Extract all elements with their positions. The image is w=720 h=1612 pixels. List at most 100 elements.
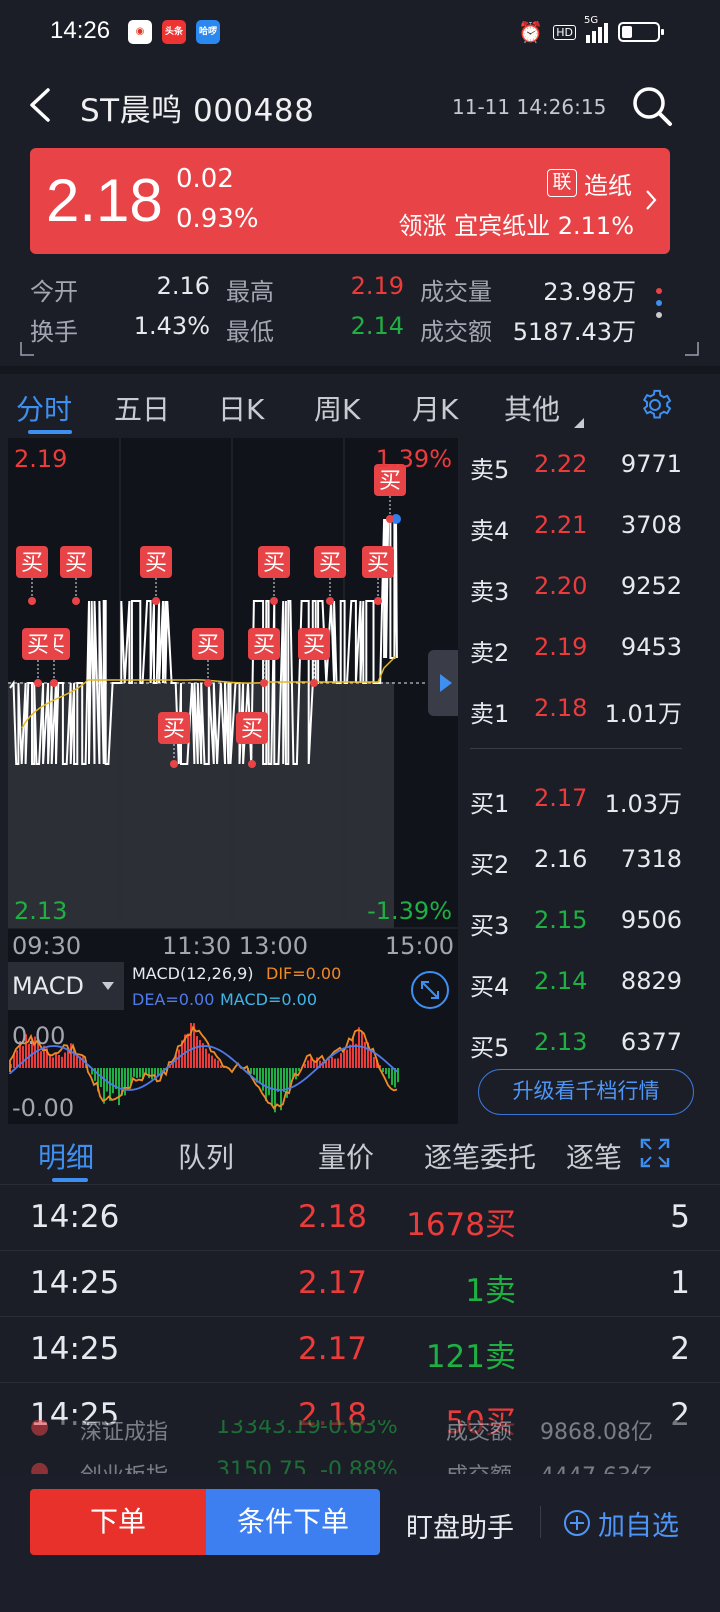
status-bar: 14:26 ◉ 头条 哈啰 ⏰ HD 5G: [0, 0, 720, 66]
ticker-pct: -0.63%: [320, 1420, 398, 1439]
y-min-label: 2.13: [14, 897, 67, 925]
intraday-chart[interactable]: 买买买买买买买买买买买买买买 2.19 1.39% 2.13 -1.39% 09…: [8, 438, 458, 962]
pct-min-label: -1.39%: [367, 897, 452, 925]
ticker-amount: 4447.63亿: [540, 1458, 653, 1474]
orderbook-toggle[interactable]: [428, 650, 458, 716]
back-icon[interactable]: [24, 86, 54, 124]
intraday-chart-panel[interactable]: 买买买买买买买买买买买买买买 2.19 1.39% 2.13 -1.39% 09…: [8, 438, 458, 1124]
tab-order-by-order[interactable]: 逐笔委托: [424, 1136, 536, 1176]
trade-count: 2: [670, 1331, 690, 1367]
quote-datetime: 11-11 14:26:15: [452, 95, 607, 119]
screen: { "status_bar": { "time": "14:26", "apps…: [0, 0, 720, 1612]
hello-icon: 哈啰: [196, 20, 220, 44]
order-price: 2.22: [534, 450, 588, 478]
order-book-row[interactable]: 卖2 2.19 9453: [470, 633, 682, 673]
search-icon[interactable]: [630, 84, 674, 128]
place-order-button[interactable]: 下单: [30, 1489, 206, 1555]
order-book-row[interactable]: 卖5 2.22 9771: [470, 450, 682, 490]
macd-chart: 0.00 -0.00: [9, 1022, 399, 1122]
tab-queue[interactable]: 队列: [178, 1136, 234, 1176]
ticker-name: 创业板指: [80, 1458, 168, 1474]
more-stats-icon[interactable]: [652, 284, 666, 324]
tab-daily-k[interactable]: 日K: [218, 388, 264, 428]
trade-row: 14:25 2.17 1卖 1: [0, 1250, 720, 1316]
ticker-pct: -0.88%: [320, 1458, 398, 1474]
high-value: 2.19: [350, 272, 404, 300]
order-book-row[interactable]: 买4 2.14 8829: [470, 967, 682, 1007]
bottom-action-bar: 下单 条件下单 盯盘助手 加自选: [0, 1474, 720, 1612]
trade-time: 14:25: [30, 1331, 120, 1367]
turnover-value: 1.43%: [133, 312, 210, 340]
tab-trade-by-trade[interactable]: 逐笔: [566, 1136, 622, 1176]
order-book-row[interactable]: 卖4 2.21 3708: [470, 511, 682, 551]
buy-marker-label: 买: [241, 717, 263, 742]
x-label-close: 15:00: [385, 932, 454, 960]
sector-name[interactable]: 造纸: [584, 166, 632, 201]
ticker-amount: 9868.08亿: [540, 1420, 653, 1445]
tab-intraday[interactable]: 分时: [16, 388, 72, 428]
order-book-row[interactable]: 卖1 2.18 1.01万: [470, 694, 682, 734]
buy-marker-label: 买: [145, 551, 167, 576]
buy-marker-label: 买: [263, 551, 285, 576]
price-card[interactable]: 2.18 0.02 0.93% 联 造纸 领涨 宜宾纸业 2.11%: [30, 148, 670, 254]
order-volume: 1.01万: [604, 700, 682, 728]
order-level-label: 买1: [470, 790, 510, 818]
upgrade-depth-button[interactable]: 升级看千档行情: [478, 1069, 694, 1115]
sector-leader: 领涨 宜宾纸业 2.11%: [398, 212, 635, 240]
indicator-select[interactable]: MACD: [8, 962, 124, 1010]
price-change-pct: 0.93%: [176, 204, 259, 234]
order-book-row[interactable]: 买3 2.15 9506: [470, 906, 682, 946]
ticker-row: ● 创业板指 3150.75 -0.88% 成交额 4447.63亿: [0, 1458, 720, 1474]
chevron-right-icon: [646, 190, 657, 210]
tab-weekly-k[interactable]: 周K: [314, 388, 360, 428]
order-book-row[interactable]: 买2 2.16 7318: [470, 845, 682, 885]
open-value: 2.16: [156, 272, 210, 300]
order-volume: 7318: [620, 845, 682, 873]
trade-volume: 1678买: [406, 1207, 516, 1243]
order-level-label: 买4: [470, 973, 510, 1001]
buy-marker-label: 买: [367, 551, 389, 576]
stock-title: ST晨鸣 000488: [80, 93, 315, 129]
add-circle-icon[interactable]: [562, 1508, 592, 1538]
order-volume: 1.03万: [604, 790, 682, 818]
divider: [0, 366, 720, 374]
order-book-divider: [470, 748, 682, 749]
macd-dea: DEA=0.00: [132, 990, 215, 1009]
expand-corners[interactable]: [20, 340, 700, 358]
indicator-select-label: MACD: [12, 972, 84, 1000]
buy-marker-label: 买: [27, 633, 49, 658]
macd-dif: DIF=0.00: [266, 964, 342, 983]
trade-count: 5: [670, 1199, 690, 1235]
trade-volume: 1卖: [465, 1273, 516, 1309]
network-type: 5G: [584, 15, 599, 26]
fullscreen-icon[interactable]: [410, 970, 450, 1010]
tab-monthly-k[interactable]: 月K: [412, 388, 458, 428]
chart-tabs: 分时 五日 日K 周K 月K 其他: [0, 374, 720, 436]
order-book-row[interactable]: 买1 2.17 1.03万: [470, 784, 682, 824]
expand-icon[interactable]: [640, 1138, 670, 1168]
macd-bottom-label: -0.00: [12, 1094, 74, 1122]
ticker-label: 成交额: [446, 1420, 513, 1445]
tab-five-day[interactable]: 五日: [114, 388, 170, 428]
order-price: 2.14: [534, 967, 588, 995]
order-price: 2.17: [534, 784, 588, 812]
monitor-assistant-button[interactable]: 盯盘助手: [406, 1506, 514, 1545]
settings-gear-icon[interactable]: [638, 388, 672, 422]
conditional-order-button[interactable]: 条件下单: [206, 1489, 380, 1555]
open-label: 今开: [30, 278, 78, 306]
order-book-row[interactable]: 卖3 2.20 9252: [470, 572, 682, 612]
order-book-row[interactable]: 买5 2.13 6377: [470, 1028, 682, 1068]
dropdown-triangle-icon: [574, 418, 584, 428]
tab-other[interactable]: 其他: [504, 388, 560, 428]
pct-max-label: 1.39%: [376, 445, 452, 473]
order-volume: 9771: [620, 450, 682, 478]
trade-row: 14:26 2.18 1678买 5: [0, 1184, 720, 1250]
tab-detail[interactable]: 明细: [38, 1136, 94, 1176]
add-favorite-button[interactable]: 加自选: [598, 1504, 679, 1543]
caret-down-icon: [102, 982, 114, 990]
y-max-label: 2.19: [14, 445, 67, 473]
hd-icon: HD: [553, 24, 576, 40]
order-level-label: 卖2: [470, 639, 510, 667]
tab-volume-price[interactable]: 量价: [318, 1136, 374, 1176]
index-icon: ●: [30, 1458, 50, 1474]
